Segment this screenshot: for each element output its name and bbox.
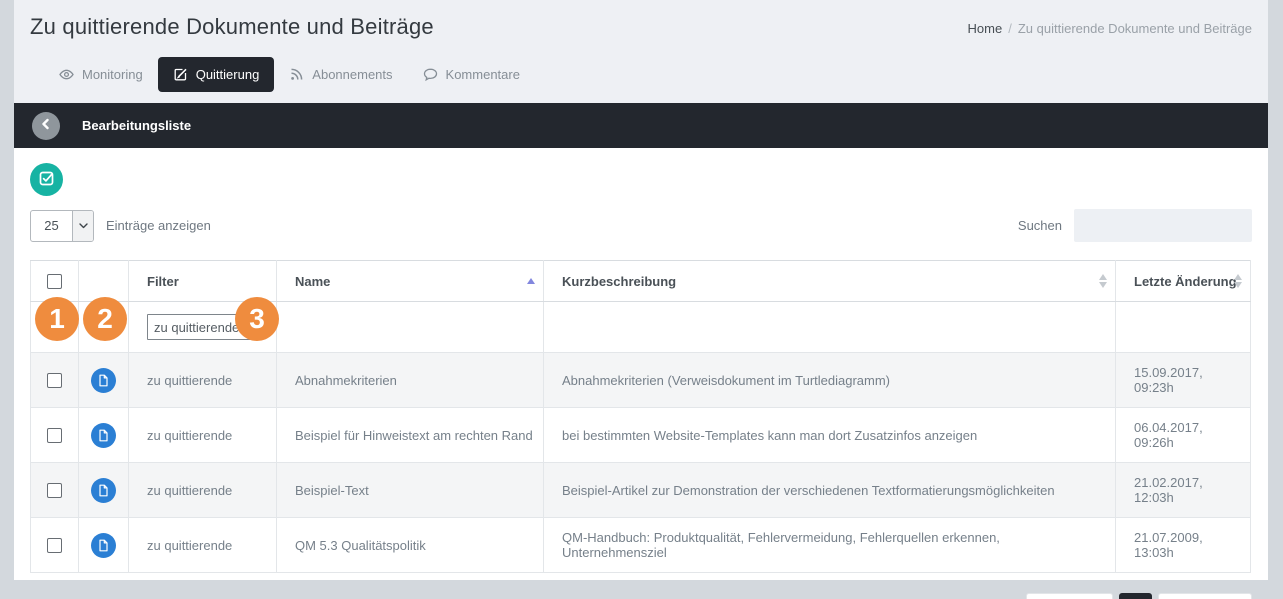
search-input[interactable] bbox=[1074, 209, 1252, 242]
sort-asc-icon bbox=[527, 278, 535, 284]
page-size-select[interactable]: 25 bbox=[30, 210, 94, 242]
row-name: Beispiel für Hinweistext am rechten Rand bbox=[277, 408, 544, 463]
check-square-icon bbox=[38, 170, 55, 190]
breadcrumb: Home / Zu quittierende Dokumente und Beitr… bbox=[968, 21, 1252, 36]
tab-kommentare[interactable]: Kommentare bbox=[408, 57, 535, 92]
table-footer: 1 bis 4 von 4 Einträgen ← Zurück 1 Nächs… bbox=[30, 593, 1252, 599]
row-description: Beispiel-Artikel zur Demonstration der v… bbox=[544, 463, 1116, 518]
document-icon[interactable] bbox=[91, 368, 116, 393]
panel-title: Bearbeitungsliste bbox=[82, 118, 191, 133]
header-select-all-cell bbox=[31, 261, 79, 302]
edit-icon bbox=[173, 67, 188, 82]
table-row[interactable]: zu quittierende Beispiel-Text Beispiel-A… bbox=[31, 463, 1251, 518]
back-button[interactable] bbox=[32, 112, 60, 140]
tab-kommentare-label: Kommentare bbox=[446, 67, 520, 82]
row-description: Abnahmekriterien (Verweisdokument im Tur… bbox=[544, 353, 1116, 408]
annotation-circle-3: 3 bbox=[235, 297, 279, 341]
filter-row-desc-cell bbox=[544, 302, 1116, 353]
eye-icon bbox=[59, 67, 74, 82]
table-row[interactable]: zu quittierende Beispiel für Hinweistext… bbox=[31, 408, 1251, 463]
pagination-page-1-button[interactable]: 1 bbox=[1119, 593, 1152, 599]
header-letzte-aenderung[interactable]: Letzte Änderung bbox=[1116, 261, 1251, 302]
row-filter: zu quittierende bbox=[129, 353, 277, 408]
page-container: Zu quittierende Dokumente und Beiträge H… bbox=[14, 0, 1268, 580]
filter-row-date-cell bbox=[1116, 302, 1251, 353]
breadcrumb-home-link[interactable]: Home bbox=[968, 21, 1003, 36]
pagination-next-button[interactable]: Nächste → bbox=[1158, 593, 1252, 599]
row-modified: 06.04.2017, 09:26h bbox=[1116, 408, 1251, 463]
filter-row-name-cell bbox=[277, 302, 544, 353]
annotation-circle-1: 1 bbox=[35, 297, 79, 341]
document-icon[interactable] bbox=[91, 478, 116, 503]
document-icon[interactable] bbox=[91, 533, 116, 558]
breadcrumb-current: Zu quittierende Dokumente und Beiträge bbox=[1018, 21, 1252, 36]
row-checkbox[interactable] bbox=[47, 373, 62, 388]
page-size-control: 25 Einträge anzeigen bbox=[30, 210, 211, 242]
chevron-down-icon bbox=[72, 211, 93, 241]
table-controls: 25 Einträge anzeigen Suchen bbox=[30, 209, 1252, 242]
page-size-value: 25 bbox=[31, 211, 72, 241]
row-modified: 21.07.2009, 13:03h bbox=[1116, 518, 1251, 573]
tab-monitoring-label: Monitoring bbox=[82, 67, 143, 82]
row-name: Abnahmekriterien bbox=[277, 353, 544, 408]
table-row[interactable]: zu quittierende QM 5.3 Qualitätspolitik … bbox=[31, 518, 1251, 573]
tab-abonnements-label: Abonnements bbox=[312, 67, 392, 82]
sort-both-icon bbox=[1099, 274, 1107, 288]
page-size-label: Einträge anzeigen bbox=[106, 218, 211, 233]
rss-icon bbox=[289, 67, 304, 82]
row-name: Beispiel-Text bbox=[277, 463, 544, 518]
comment-icon bbox=[423, 67, 438, 82]
table-row[interactable]: zu quittierende Abnahmekriterien Abnahme… bbox=[31, 353, 1251, 408]
tab-quittierung-label: Quittierung bbox=[196, 67, 260, 82]
screen: Zu quittierende Dokumente und Beiträge H… bbox=[0, 0, 1283, 599]
tab-abonnements[interactable]: Abonnements bbox=[274, 57, 407, 92]
row-filter: zu quittierende bbox=[129, 463, 277, 518]
table-header-row: Filter Name Kurzbeschreibung Letzte Ände… bbox=[31, 261, 1251, 302]
documents-table: Filter Name Kurzbeschreibung Letzte Ände… bbox=[30, 260, 1251, 573]
pagination: ← Zurück 1 Nächste → bbox=[1026, 593, 1252, 599]
select-all-button[interactable] bbox=[30, 163, 63, 196]
tab-bar: Monitoring Quittierung Abonnements bbox=[44, 57, 1252, 92]
row-checkbox[interactable] bbox=[47, 538, 62, 553]
row-name: QM 5.3 Qualitätspolitik bbox=[277, 518, 544, 573]
search-label: Suchen bbox=[1018, 218, 1062, 233]
select-all-checkbox[interactable] bbox=[47, 274, 62, 289]
breadcrumb-separator: / bbox=[1008, 21, 1012, 36]
sort-both-icon bbox=[1234, 274, 1242, 288]
filter-row bbox=[31, 302, 1251, 353]
row-modified: 15.09.2017, 09:23h bbox=[1116, 353, 1251, 408]
header-kurzbeschreibung[interactable]: Kurzbeschreibung bbox=[544, 261, 1116, 302]
row-description: bei bestimmten Website-Templates kann ma… bbox=[544, 408, 1116, 463]
search-control: Suchen bbox=[1018, 209, 1252, 242]
tab-monitoring[interactable]: Monitoring bbox=[44, 57, 158, 92]
content-card: 25 Einträge anzeigen Suchen bbox=[14, 148, 1268, 580]
document-icon[interactable] bbox=[91, 423, 116, 448]
page-header: Zu quittierende Dokumente und Beiträge H… bbox=[14, 0, 1268, 103]
header-icon-cell bbox=[79, 261, 129, 302]
chevron-left-icon bbox=[39, 117, 53, 134]
row-filter: zu quittierende bbox=[129, 408, 277, 463]
row-modified: 21.02.2017, 12:03h bbox=[1116, 463, 1251, 518]
panel-bar: Bearbeitungsliste bbox=[14, 103, 1268, 148]
row-description: QM-Handbuch: Produktqualität, Fehlerverm… bbox=[544, 518, 1116, 573]
header-name[interactable]: Name bbox=[277, 261, 544, 302]
annotation-circle-2: 2 bbox=[83, 297, 127, 341]
header-filter[interactable]: Filter bbox=[129, 261, 277, 302]
tab-quittierung[interactable]: Quittierung bbox=[158, 57, 275, 92]
pagination-prev-button[interactable]: ← Zurück bbox=[1026, 593, 1112, 599]
row-checkbox[interactable] bbox=[47, 428, 62, 443]
row-filter: zu quittierende bbox=[129, 518, 277, 573]
row-checkbox[interactable] bbox=[47, 483, 62, 498]
